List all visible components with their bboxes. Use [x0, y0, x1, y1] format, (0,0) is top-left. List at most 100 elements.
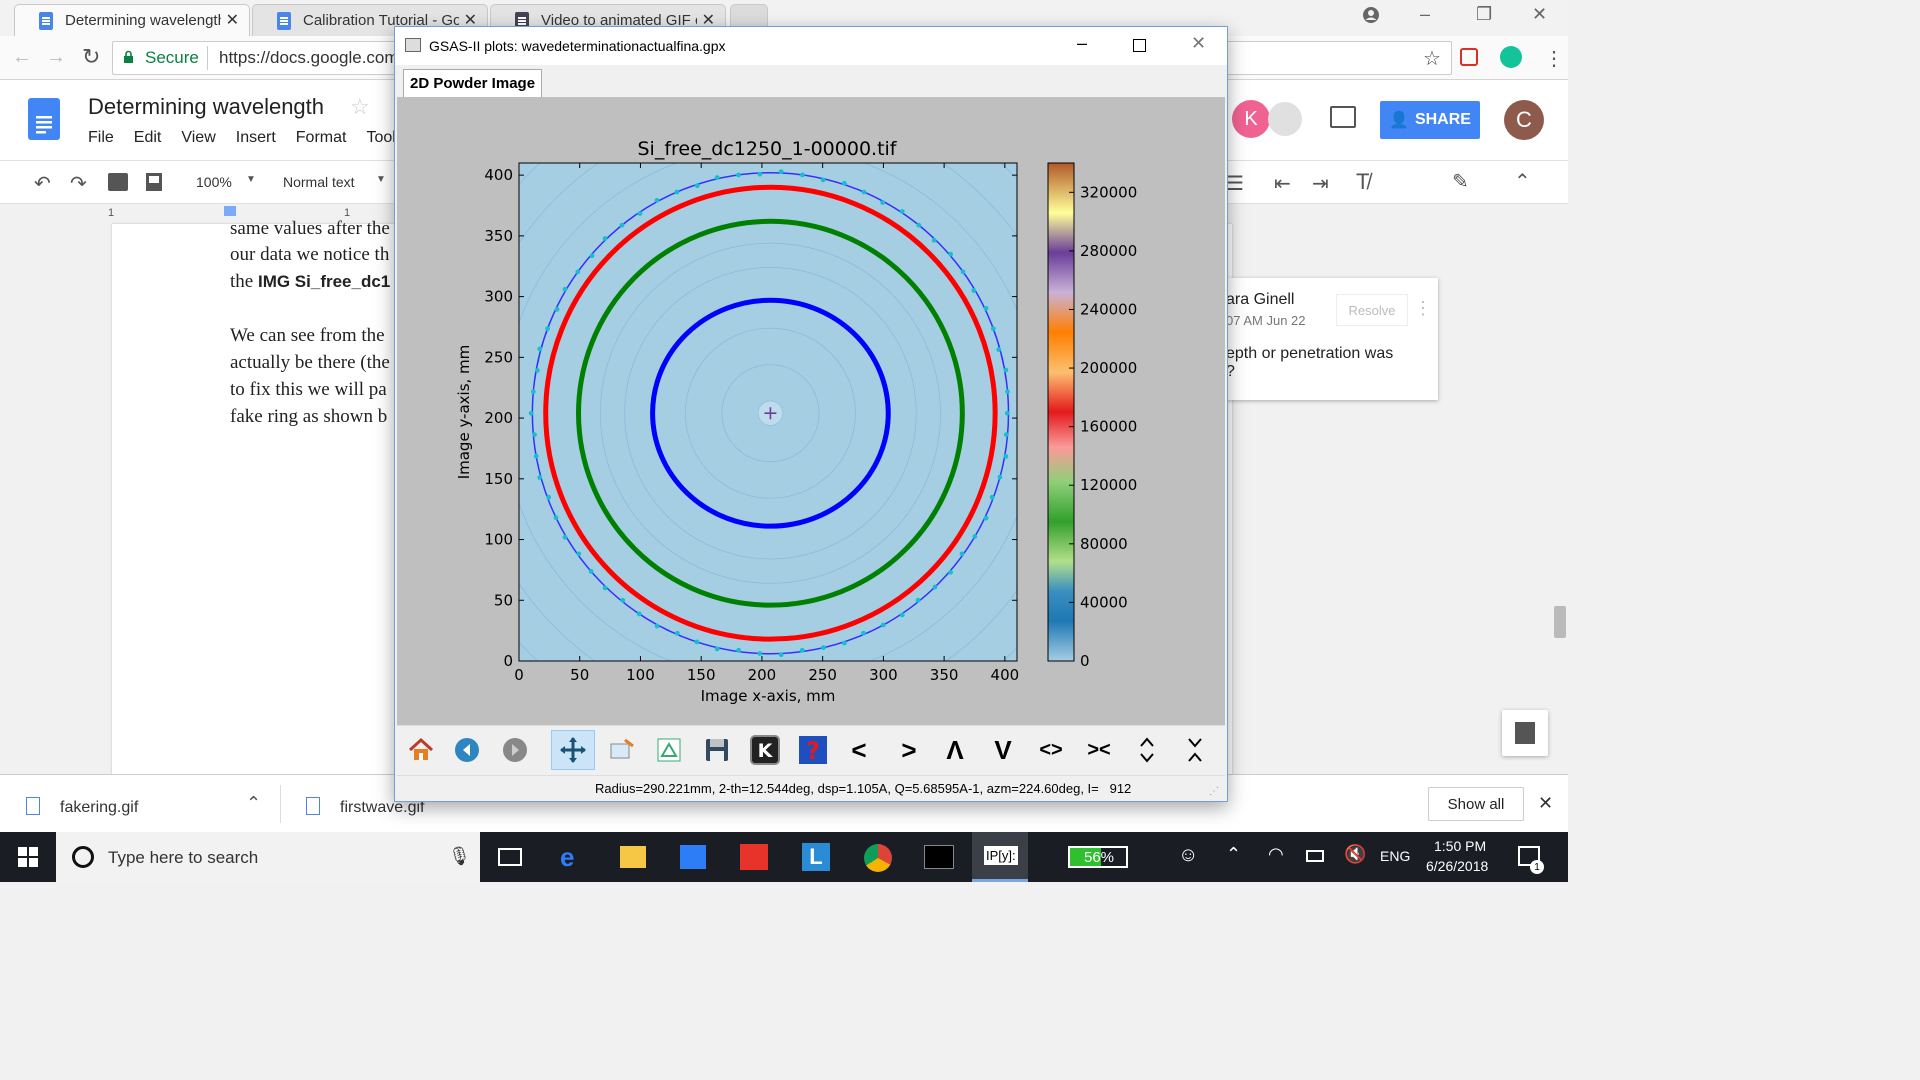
powder-image-chart[interactable]: Si_free_dc1250_1-00000.tif 0 50 100 150 …: [397, 97, 1225, 725]
gsas-title-bar[interactable]: GSAS-II plots: wavedeterminationactualfi…: [395, 27, 1227, 65]
store-icon[interactable]: [680, 845, 706, 869]
menu-view[interactable]: View: [181, 129, 215, 147]
chrome-menu-icon[interactable]: ⋮: [1544, 46, 1564, 71]
close-window-icon[interactable]: ✕: [1191, 33, 1206, 54]
save-figure-icon[interactable]: [695, 730, 739, 770]
star-icon[interactable]: ☆: [350, 94, 370, 120]
terminal-icon[interactable]: [924, 845, 954, 869]
bookmark-star-icon[interactable]: ☆: [1423, 46, 1441, 71]
help-icon[interactable]: ?: [791, 730, 835, 770]
download-item-name[interactable]: fakering.gif: [60, 799, 138, 817]
comment-card[interactable]: ara Ginell 07 AM Jun 22 Resolve ⋮ epth o…: [1200, 278, 1438, 400]
paint-format-icon[interactable]: [146, 173, 162, 191]
contract-horizontal-button[interactable]: ><: [1077, 730, 1121, 770]
menu-format[interactable]: Format: [296, 129, 347, 147]
doc-title[interactable]: Determining wavelength: [88, 94, 324, 120]
editing-mode-pencil-icon[interactable]: ✎: [1452, 169, 1469, 194]
style-select[interactable]: Normal text: [283, 174, 355, 190]
docs-logo-icon[interactable]: [28, 98, 60, 140]
gsas-plot-window[interactable]: GSAS-II plots: wavedeterminationactualfi…: [394, 26, 1228, 802]
shift-down-button[interactable]: V: [981, 730, 1025, 770]
zoom-rect-icon[interactable]: [599, 730, 643, 770]
grammarly-extension-icon[interactable]: [1500, 46, 1522, 68]
doc-scrollbar-thumb[interactable]: [1554, 606, 1566, 638]
microphone-icon[interactable]: 🎙: [448, 846, 471, 867]
resize-grip-icon[interactable]: ⋰: [1209, 786, 1219, 797]
back-arrow-icon[interactable]: [445, 730, 489, 770]
tab-determining-wavelength[interactable]: Determining wavelength ✕: [14, 4, 250, 36]
contract-vertical-icon[interactable]: [1173, 730, 1217, 770]
comment-more-icon[interactable]: ⋮: [1414, 298, 1432, 319]
wifi-icon[interactable]: ◠: [1268, 844, 1284, 865]
k-button-icon[interactable]: K: [743, 730, 787, 770]
pocket-extension-icon[interactable]: [1460, 48, 1478, 66]
close-tab-icon[interactable]: ✕: [226, 10, 239, 30]
taskbar-search-box[interactable]: Type here to search 🎙: [56, 832, 480, 882]
restore-icon[interactable]: ❐: [1476, 4, 1492, 25]
menu-insert[interactable]: Insert: [236, 129, 276, 147]
menu-file[interactable]: File: [88, 129, 114, 147]
volume-muted-icon[interactable]: 🔇: [1344, 844, 1366, 865]
resolve-button[interactable]: Resolve: [1336, 294, 1408, 326]
forward-arrow-icon[interactable]: [493, 730, 537, 770]
chevron-up-icon[interactable]: ⌃: [246, 793, 261, 814]
increase-indent-icon[interactable]: ⇥: [1312, 171, 1329, 196]
collaborator-chat-icon[interactable]: [1268, 102, 1302, 136]
print-icon[interactable]: [108, 173, 128, 191]
collapse-menu-icon[interactable]: ⌃: [1514, 169, 1531, 194]
clock-time[interactable]: 1:50 PM: [1434, 838, 1486, 854]
shift-up-button[interactable]: Λ: [933, 730, 977, 770]
explore-button[interactable]: [1502, 710, 1548, 756]
home-icon[interactable]: [399, 730, 443, 770]
zoom-select[interactable]: 100%: [196, 174, 232, 190]
image-axes[interactable]: 0 50 100 150 200 250 300 350 400 0 50 100 150 200 250 3…: [397, 97, 1147, 725]
clock-date[interactable]: 6/26/2018: [1426, 858, 1488, 874]
minimize-icon[interactable]: –: [1420, 4, 1430, 25]
comments-icon[interactable]: [1330, 106, 1356, 128]
reload-icon[interactable]: ↻: [82, 44, 100, 70]
maximize-icon[interactable]: [1133, 39, 1146, 52]
back-icon[interactable]: ←: [12, 46, 32, 69]
close-window-icon[interactable]: ✕: [1532, 4, 1547, 25]
y-tick-label: 350: [484, 227, 513, 245]
undo-icon[interactable]: ↶: [34, 171, 51, 196]
colorbar-tick-label: 160000: [1080, 418, 1137, 436]
tab-2d-powder-image[interactable]: 2D Powder Image: [403, 69, 543, 97]
decrease-indent-icon[interactable]: ⇤: [1274, 171, 1291, 196]
show-all-button[interactable]: Show all: [1428, 787, 1524, 821]
url-text[interactable]: https://docs.google.com: [219, 48, 399, 68]
red-app-icon[interactable]: [740, 844, 768, 870]
windows-start-icon[interactable]: [18, 847, 38, 872]
chrome-icon[interactable]: [864, 844, 892, 872]
menu-edit[interactable]: Edit: [134, 129, 162, 147]
redo-icon[interactable]: ↷: [70, 171, 87, 196]
expand-horizontal-button[interactable]: <>: [1029, 730, 1073, 770]
close-download-bar-icon[interactable]: ✕: [1538, 793, 1553, 814]
clear-formatting-icon[interactable]: T̸: [1356, 169, 1369, 195]
forward-icon[interactable]: →: [46, 46, 66, 69]
language-indicator[interactable]: ENG: [1380, 848, 1410, 864]
pan-icon[interactable]: [551, 730, 595, 770]
battery-indicator[interactable]: 56%: [1068, 846, 1128, 868]
file-explorer-icon[interactable]: [620, 846, 646, 868]
profile-icon[interactable]: [1362, 6, 1380, 29]
minimize-icon[interactable]: –: [1077, 33, 1087, 54]
task-view-icon[interactable]: [498, 848, 522, 866]
collaborator-avatar[interactable]: K: [1232, 100, 1270, 138]
ipython-taskbar-item[interactable]: IP[y]:: [972, 832, 1028, 882]
account-avatar[interactable]: C: [1504, 100, 1544, 140]
subplots-config-icon[interactable]: [647, 730, 691, 770]
battery-tray-icon[interactable]: [1306, 850, 1324, 862]
list-icon[interactable]: ☰: [1226, 171, 1244, 196]
show-hidden-icons-icon[interactable]: ⌃: [1226, 844, 1241, 865]
l-app-icon[interactable]: L: [802, 843, 830, 871]
share-button[interactable]: 👤 SHARE: [1380, 101, 1480, 139]
plot-area[interactable]: Si_free_dc1250_1-00000.tif 0 50 100 150 …: [397, 97, 1225, 725]
indent-marker[interactable]: [224, 206, 236, 216]
people-icon[interactable]: ☺: [1178, 844, 1198, 867]
shift-right-button[interactable]: >: [887, 730, 931, 770]
menu-tools[interactable]: Tool: [366, 129, 395, 147]
expand-vertical-icon[interactable]: [1125, 730, 1169, 770]
shift-left-button[interactable]: <: [837, 730, 881, 770]
edge-icon[interactable]: e: [560, 842, 574, 873]
